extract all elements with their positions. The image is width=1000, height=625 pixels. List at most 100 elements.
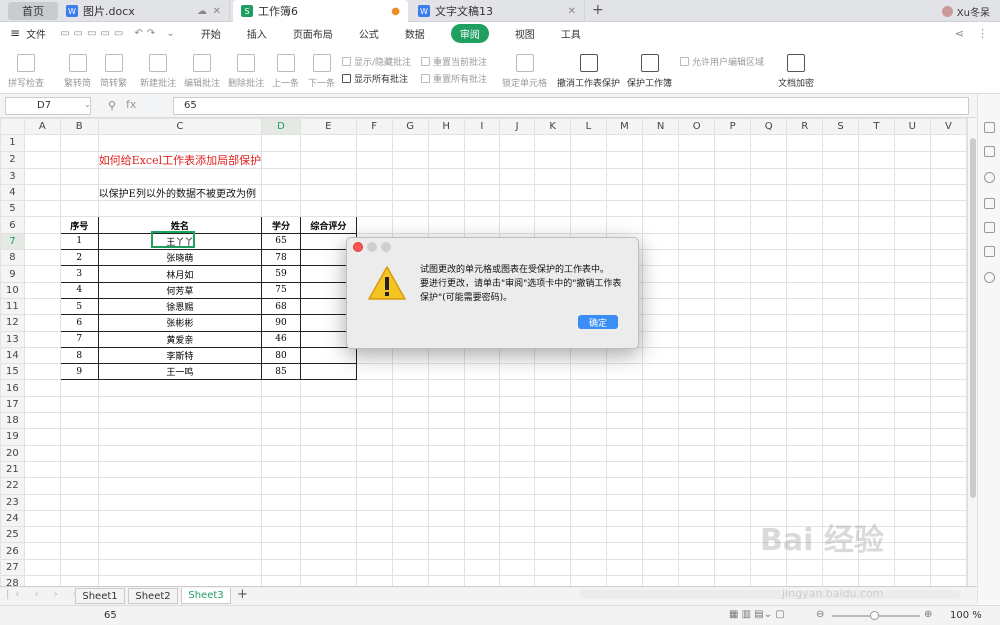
cell[interactable] bbox=[299, 134, 357, 152]
column-header[interactable]: P bbox=[714, 118, 752, 136]
cell[interactable] bbox=[929, 330, 967, 348]
corner-select-all[interactable] bbox=[0, 118, 25, 136]
allow-edit-ranges-button[interactable]: 允许用户编辑区域 bbox=[680, 55, 764, 68]
cell[interactable] bbox=[498, 493, 536, 511]
row-header[interactable]: 13 bbox=[0, 330, 25, 348]
cell[interactable] bbox=[391, 477, 429, 495]
cell[interactable] bbox=[355, 134, 393, 152]
cell[interactable] bbox=[59, 526, 99, 544]
cell[interactable] bbox=[714, 150, 752, 169]
cell[interactable] bbox=[463, 395, 500, 414]
cell[interactable] bbox=[534, 526, 572, 544]
cell[interactable] bbox=[23, 526, 61, 544]
cell[interactable] bbox=[893, 575, 931, 586]
row-header[interactable]: 21 bbox=[0, 460, 25, 479]
cell[interactable]: 张晓萌 bbox=[97, 249, 263, 267]
cell[interactable] bbox=[427, 167, 465, 185]
cell[interactable]: 65 bbox=[261, 232, 301, 251]
cell[interactable] bbox=[678, 134, 716, 152]
new-tab-button[interactable]: + bbox=[592, 2, 604, 18]
cell[interactable] bbox=[534, 395, 572, 414]
cell[interactable] bbox=[822, 183, 860, 202]
column-header[interactable]: D bbox=[261, 118, 301, 136]
cell[interactable] bbox=[59, 428, 99, 446]
cell[interactable] bbox=[299, 363, 357, 381]
zoom-in-icon[interactable]: ⊕ bbox=[924, 609, 932, 620]
cell[interactable] bbox=[786, 297, 824, 316]
target-icon[interactable] bbox=[984, 172, 995, 183]
cell[interactable] bbox=[786, 216, 824, 234]
cell[interactable] bbox=[750, 428, 788, 446]
cell[interactable] bbox=[678, 558, 716, 577]
row-header[interactable]: 9 bbox=[0, 265, 25, 283]
cell[interactable] bbox=[714, 297, 752, 316]
cell[interactable] bbox=[463, 200, 500, 218]
cell[interactable] bbox=[261, 558, 301, 577]
cell[interactable] bbox=[59, 509, 99, 528]
cell[interactable] bbox=[858, 183, 895, 202]
cell[interactable] bbox=[391, 379, 429, 397]
cell[interactable] bbox=[23, 346, 61, 365]
cell[interactable] bbox=[642, 249, 680, 267]
cell[interactable] bbox=[498, 379, 536, 397]
cell[interactable] bbox=[929, 460, 967, 479]
cell[interactable]: 2 bbox=[59, 249, 99, 267]
cell[interactable] bbox=[714, 265, 752, 283]
cell[interactable] bbox=[463, 150, 500, 169]
column-header[interactable]: G bbox=[391, 118, 429, 136]
column-header[interactable]: S bbox=[822, 118, 860, 136]
cell[interactable] bbox=[678, 232, 716, 251]
cell[interactable] bbox=[391, 346, 429, 365]
cell[interactable] bbox=[642, 216, 680, 234]
cell[interactable] bbox=[642, 363, 680, 381]
cell[interactable] bbox=[391, 444, 429, 462]
cell[interactable] bbox=[929, 216, 967, 234]
cell[interactable] bbox=[929, 558, 967, 577]
column-header[interactable]: E bbox=[299, 118, 357, 136]
cell[interactable] bbox=[97, 575, 263, 586]
cell[interactable] bbox=[299, 509, 357, 528]
cell[interactable] bbox=[678, 281, 716, 299]
cell[interactable] bbox=[391, 395, 429, 414]
cell[interactable] bbox=[261, 167, 301, 185]
cell[interactable] bbox=[534, 575, 572, 586]
cell[interactable] bbox=[605, 346, 644, 365]
cell[interactable] bbox=[893, 526, 931, 544]
cell[interactable] bbox=[642, 281, 680, 299]
row-header[interactable]: 25 bbox=[0, 526, 25, 544]
cell[interactable] bbox=[59, 150, 99, 169]
reset-current-comment-button[interactable]: 重置当前批注 bbox=[421, 55, 487, 68]
cell[interactable] bbox=[822, 150, 860, 169]
cell[interactable] bbox=[893, 281, 931, 299]
cell[interactable] bbox=[427, 134, 465, 152]
cell[interactable] bbox=[750, 183, 788, 202]
cell[interactable] bbox=[858, 232, 895, 251]
cell[interactable] bbox=[355, 363, 393, 381]
cell[interactable] bbox=[23, 493, 61, 511]
cell[interactable] bbox=[23, 249, 61, 267]
cell[interactable] bbox=[822, 265, 860, 283]
cell[interactable] bbox=[678, 395, 716, 414]
cell[interactable] bbox=[822, 395, 860, 414]
row-header[interactable]: 26 bbox=[0, 542, 25, 560]
cell[interactable] bbox=[570, 150, 607, 169]
cell[interactable] bbox=[714, 249, 752, 267]
cell[interactable] bbox=[893, 200, 931, 218]
cell[interactable]: 7 bbox=[59, 330, 99, 348]
cell[interactable] bbox=[261, 183, 301, 202]
cell[interactable] bbox=[355, 183, 393, 202]
cell[interactable] bbox=[822, 167, 860, 185]
cell[interactable] bbox=[23, 150, 61, 169]
zoom-slider-thumb[interactable] bbox=[870, 611, 879, 620]
cell[interactable] bbox=[893, 379, 931, 397]
edit-comment-button[interactable]: 编辑批注 bbox=[184, 54, 220, 89]
row-header[interactable]: 1 bbox=[0, 134, 25, 152]
cell[interactable] bbox=[858, 444, 895, 462]
cell[interactable] bbox=[261, 460, 301, 479]
history-icon[interactable] bbox=[984, 272, 995, 283]
cell[interactable] bbox=[463, 216, 500, 234]
cell[interactable] bbox=[570, 460, 607, 479]
cell[interactable] bbox=[750, 363, 788, 381]
show-hide-comment-button[interactable]: 显示/隐藏批注 bbox=[342, 55, 411, 68]
cell[interactable] bbox=[678, 297, 716, 316]
